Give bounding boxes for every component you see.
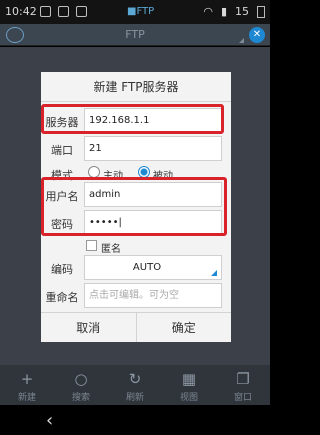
app-header: FTP ✕ bbox=[0, 24, 270, 46]
toolbar-label: 搜索 bbox=[71, 393, 90, 403]
anonymous-checkbox[interactable] bbox=[86, 240, 97, 251]
status-bar: 10:42 ■FTP ◠ ▮ 15 bbox=[0, 0, 270, 24]
dropdown-corner-icon bbox=[211, 270, 217, 276]
wifi-icon: ◠ bbox=[203, 5, 213, 18]
gallery-notification-icon bbox=[76, 6, 87, 17]
toolbar-refresh-button[interactable]: ↻ 刷新 bbox=[108, 365, 162, 405]
toolbar-new-button[interactable]: + 新建 bbox=[0, 365, 54, 405]
search-icon: ○ bbox=[74, 370, 88, 388]
cancel-button[interactable]: 取消 bbox=[41, 313, 136, 342]
encoding-label: 编码 bbox=[51, 263, 73, 276]
encoding-select[interactable]: AUTO bbox=[84, 255, 222, 280]
rename-row: 重命名 点击可编辑。可为空 bbox=[41, 283, 231, 308]
signal-icon: ▮ bbox=[220, 5, 227, 18]
toolbar-label: 视图 bbox=[179, 393, 198, 403]
window-icon: ❐ bbox=[236, 370, 250, 388]
app-title: FTP bbox=[125, 28, 145, 41]
grid-icon: ▦ bbox=[181, 370, 197, 388]
toolbar-window-button[interactable]: ❐ 窗口 bbox=[216, 365, 270, 405]
refresh-icon: ↻ bbox=[128, 370, 142, 388]
dialog-buttons: 取消 确定 bbox=[41, 312, 231, 342]
dialog-title: 新建 FTP服务器 bbox=[41, 72, 231, 102]
back-icon[interactable]: ‹ bbox=[46, 410, 53, 431]
port-row: 端口 21 bbox=[41, 136, 231, 161]
message-notification-icon bbox=[58, 6, 69, 17]
battery-icon bbox=[257, 5, 265, 18]
close-icon[interactable]: ✕ bbox=[249, 27, 265, 43]
toolbar-view-button[interactable]: ▦ 视图 bbox=[162, 365, 216, 405]
confirm-button[interactable]: 确定 bbox=[135, 313, 232, 342]
clock: 10:42 bbox=[5, 5, 37, 18]
rename-input[interactable]: 点击可编辑。可为空 bbox=[84, 283, 222, 308]
server-highlight-box bbox=[41, 104, 224, 134]
rename-placeholder: 点击可编辑。可为空 bbox=[89, 290, 179, 301]
anonymous-label[interactable]: 匿名 bbox=[101, 240, 121, 255]
toolbar-label: 新建 bbox=[17, 393, 36, 403]
port-input[interactable]: 21 bbox=[84, 136, 222, 161]
battery-level: 15 bbox=[235, 5, 249, 18]
port-label: 端口 bbox=[51, 144, 73, 157]
encoding-value: AUTO bbox=[132, 262, 162, 273]
toolbar-label: 窗口 bbox=[233, 393, 252, 403]
image-notification-icon bbox=[40, 6, 51, 17]
corner-indicator-icon bbox=[239, 38, 244, 43]
plus-icon: + bbox=[20, 370, 34, 388]
encoding-row: 编码 AUTO bbox=[41, 255, 231, 280]
bottom-toolbar: + 新建 ○ 搜索 ↻ 刷新 ▦ 视图 ❐ 窗口 bbox=[0, 365, 270, 405]
toolbar-search-button[interactable]: ○ 搜索 bbox=[54, 365, 108, 405]
ftp-status-chip: ■FTP bbox=[127, 6, 155, 17]
navigation-bar: ‹ bbox=[0, 405, 270, 435]
rename-label: 重命名 bbox=[45, 291, 79, 304]
toolbar-label: 刷新 bbox=[125, 393, 144, 403]
credentials-highlight-box bbox=[41, 177, 227, 236]
